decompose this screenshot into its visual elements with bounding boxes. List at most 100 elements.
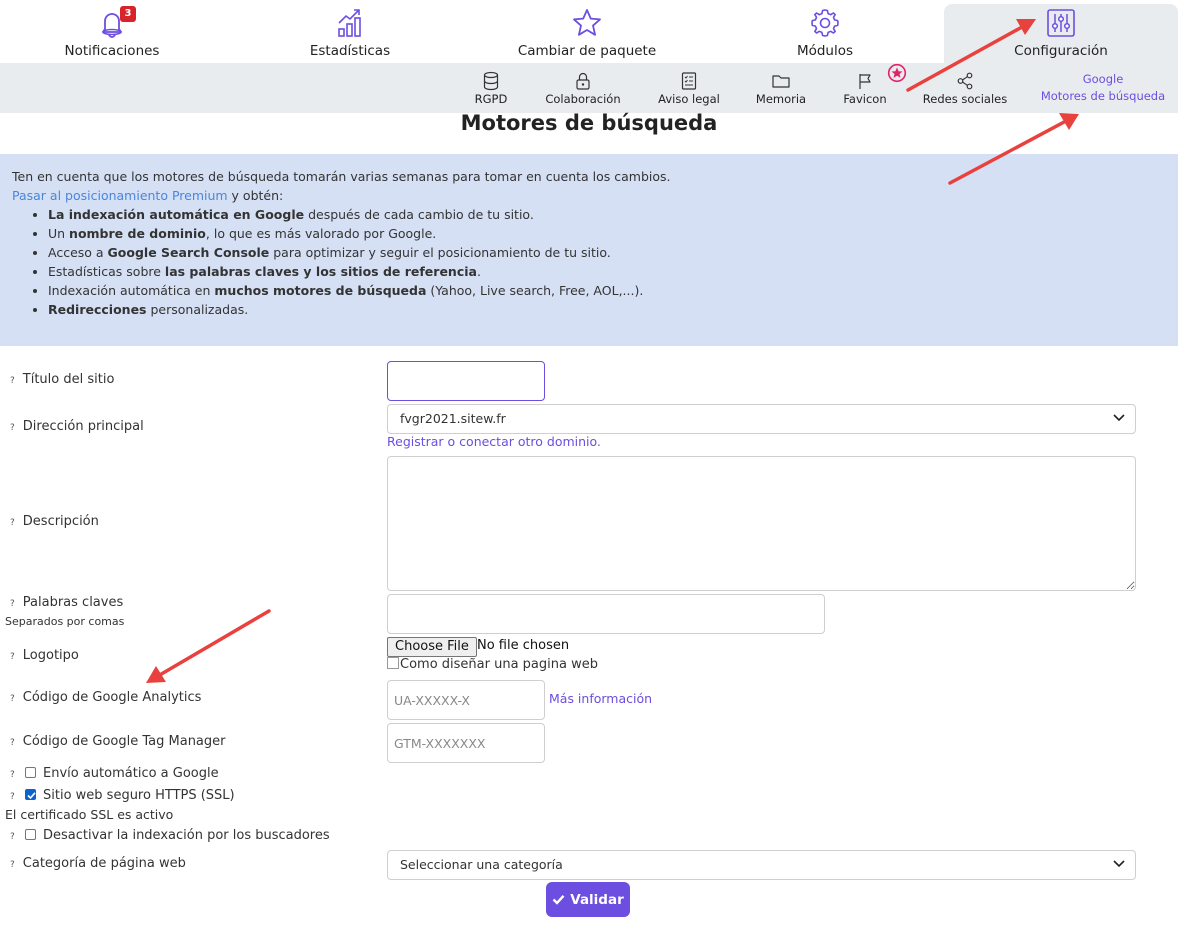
site-title-label: ? Título del sitio bbox=[10, 372, 115, 387]
list-item: Acceso a Google Search Console para opti… bbox=[48, 243, 1166, 262]
sliders-icon bbox=[1047, 9, 1075, 37]
help-icon[interactable]: ? bbox=[10, 860, 15, 870]
help-icon[interactable]: ? bbox=[10, 770, 15, 780]
submit-button[interactable]: Validar bbox=[546, 882, 630, 917]
keywords-input[interactable] bbox=[387, 594, 825, 634]
sub-item-memory[interactable]: Memoria bbox=[750, 71, 812, 111]
sub-item-label: RGPD bbox=[474, 92, 508, 106]
google-label: Google bbox=[1082, 72, 1124, 86]
sub-item-label: Colaboración bbox=[545, 92, 621, 106]
help-icon[interactable]: ? bbox=[10, 694, 15, 704]
folder-icon bbox=[772, 75, 790, 88]
nav-notifications[interactable]: 3 Notificaciones bbox=[0, 0, 224, 63]
nav-configuration[interactable]: Configuración bbox=[944, 4, 1178, 63]
nav-statistics[interactable]: Estadísticas bbox=[238, 0, 462, 63]
gear-icon bbox=[811, 9, 839, 37]
auto-send-checkbox[interactable] bbox=[25, 767, 36, 778]
keywords-label: ? Palabras claves bbox=[10, 595, 124, 610]
nav-label: Configuración bbox=[1014, 43, 1108, 59]
list-item: La indexación automática en Google despu… bbox=[48, 205, 1166, 224]
site-title-input[interactable] bbox=[387, 361, 545, 401]
ssl-status: El certificado SSL es activo bbox=[5, 807, 174, 822]
document-list-icon bbox=[681, 72, 697, 90]
arrowhead bbox=[146, 666, 166, 683]
premium-suffix: y obtén: bbox=[227, 188, 284, 203]
premium-star-icon bbox=[887, 63, 907, 83]
sub-item-label: Aviso legal bbox=[658, 92, 720, 106]
deindex-help: ? bbox=[10, 828, 23, 843]
logo-label: ? Logotipo bbox=[10, 648, 79, 663]
sub-item-legal[interactable]: Aviso legal bbox=[652, 71, 726, 111]
chevron-down-icon bbox=[1113, 860, 1125, 868]
keywords-hint: Separados por comas bbox=[5, 615, 125, 628]
main-address-label: ? Dirección principal bbox=[10, 419, 144, 434]
help-icon[interactable]: ? bbox=[10, 376, 15, 386]
list-item: Un nombre de dominio, lo que es más valo… bbox=[48, 224, 1166, 243]
nav-label: Estadísticas bbox=[309, 43, 391, 59]
more-info-link[interactable]: Más información bbox=[549, 691, 652, 706]
deindex-checkbox[interactable] bbox=[25, 829, 36, 840]
analytics-input[interactable] bbox=[387, 680, 545, 720]
sub-item-rgpd[interactable]: RGPD bbox=[466, 71, 516, 111]
share-icon bbox=[957, 72, 973, 90]
chart-icon bbox=[338, 9, 361, 37]
help-icon[interactable]: ? bbox=[10, 792, 15, 802]
help-icon[interactable]: ? bbox=[10, 599, 15, 609]
main-address-select[interactable]: fvgr2021.sitew.fr bbox=[387, 404, 1136, 434]
register-domain-link[interactable]: Registrar o conectar otro dominio. bbox=[387, 434, 601, 449]
flag-icon bbox=[859, 74, 871, 89]
nav-label: Notificaciones bbox=[64, 43, 160, 59]
premium-link[interactable]: Pasar al posicionamiento Premium bbox=[12, 188, 228, 203]
broken-image-icon bbox=[387, 657, 399, 669]
sub-nav: RGPD Colaboración Aviso legal Memoria Fa… bbox=[0, 63, 1178, 113]
analytics-label: ? Código de Google Analytics bbox=[10, 690, 202, 705]
help-icon[interactable]: ? bbox=[10, 832, 15, 842]
info-intro: Ten en cuenta que los motores de búsqued… bbox=[12, 169, 671, 184]
star-icon bbox=[573, 9, 601, 36]
info-box: Ten en cuenta que los motores de búsqued… bbox=[0, 154, 1178, 346]
submit-label: Validar bbox=[570, 891, 624, 908]
nav-change-package[interactable]: Cambiar de paquete bbox=[475, 0, 699, 63]
sub-item-label: Memoria bbox=[755, 92, 807, 106]
auto-send-label: Envío automático a Google bbox=[43, 766, 219, 781]
top-nav: 3 Notificaciones Estadísticas Cambiar de… bbox=[0, 0, 1178, 63]
sub-item-label: Favicon bbox=[843, 92, 887, 106]
help-icon[interactable]: ? bbox=[10, 423, 15, 433]
description-textarea[interactable] bbox=[387, 456, 1136, 591]
list-item: Estadísticas sobre las palabras claves y… bbox=[48, 262, 1166, 281]
sub-item-collaboration[interactable]: Colaboración bbox=[538, 71, 628, 111]
choose-file-button[interactable]: Choose File bbox=[387, 637, 477, 657]
deindex-label: Desactivar la indexación por los buscado… bbox=[43, 828, 330, 843]
https-checkbox[interactable] bbox=[25, 789, 36, 800]
sub-item-social[interactable]: Redes sociales bbox=[918, 71, 1012, 111]
logo-preview-image: Como diseñar una pagina web bbox=[387, 657, 598, 672]
sub-item-label: Motores de búsqueda bbox=[1040, 89, 1166, 103]
premium-benefits-list: La indexación automática en Google despu… bbox=[12, 205, 1166, 319]
auto-send-help: ? bbox=[10, 766, 23, 781]
help-icon[interactable]: ? bbox=[10, 652, 15, 662]
category-select[interactable]: Seleccionar una categoría bbox=[387, 850, 1136, 880]
nav-label: Módulos bbox=[796, 43, 854, 59]
tag-manager-label: ? Código de Google Tag Manager bbox=[10, 734, 226, 749]
page-title: Motores de búsqueda bbox=[460, 111, 718, 135]
tag-manager-input[interactable] bbox=[387, 723, 545, 763]
help-icon[interactable]: ? bbox=[10, 738, 15, 748]
notification-badge: 3 bbox=[120, 6, 136, 22]
file-status: No file chosen bbox=[477, 638, 570, 653]
lock-icon bbox=[576, 72, 590, 90]
list-item: Indexación automática en muchos motores … bbox=[48, 281, 1166, 300]
help-icon[interactable]: ? bbox=[10, 518, 15, 528]
sub-item-search-engines[interactable]: Google Motores de búsqueda bbox=[1036, 71, 1170, 111]
database-icon bbox=[483, 71, 499, 91]
select-value: fvgr2021.sitew.fr bbox=[400, 411, 506, 426]
annotation-arrow bbox=[156, 609, 271, 678]
category-label: ? Categoría de página web bbox=[10, 856, 186, 871]
https-help: ? bbox=[10, 788, 23, 803]
chevron-down-icon bbox=[1113, 414, 1125, 422]
checkmark-icon bbox=[552, 894, 565, 905]
https-label: Sitio web seguro HTTPS (SSL) bbox=[43, 788, 235, 803]
nav-modules[interactable]: Módulos bbox=[713, 0, 937, 63]
sub-item-label: Redes sociales bbox=[922, 92, 1008, 106]
description-label: ? Descripción bbox=[10, 514, 99, 529]
sub-item-favicon[interactable]: Favicon bbox=[836, 71, 894, 111]
